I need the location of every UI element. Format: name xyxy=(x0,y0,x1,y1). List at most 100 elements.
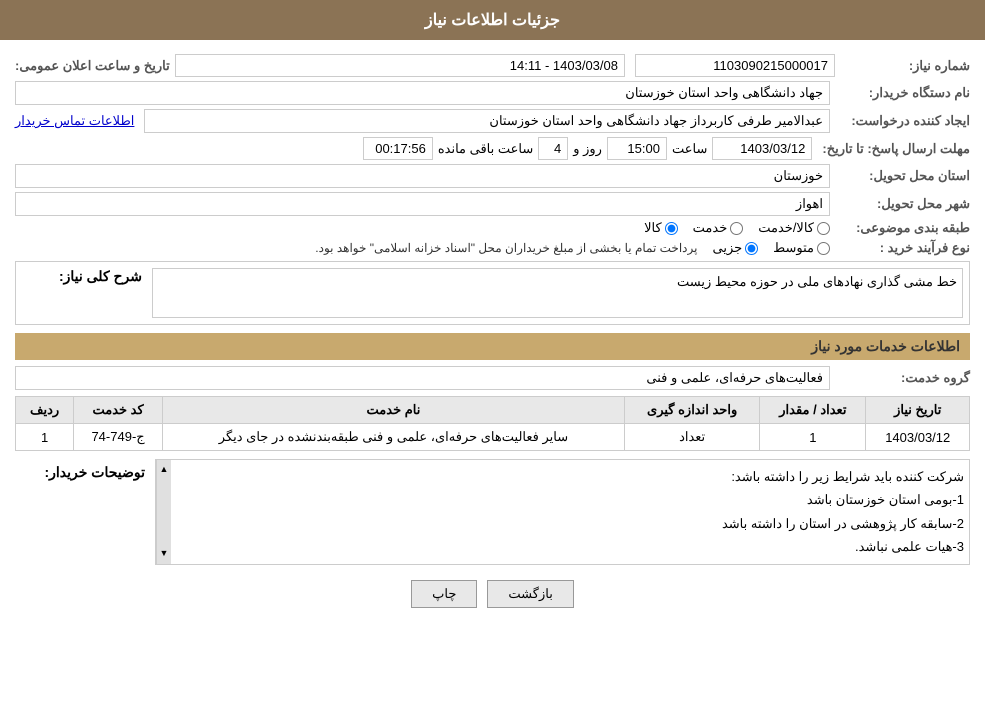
category-label: طبقه بندی موضوعی: xyxy=(840,220,970,236)
category-kala-radio[interactable] xyxy=(665,222,678,235)
deadline-time-label: ساعت xyxy=(672,141,707,157)
col-unit: واحد اندازه گیری xyxy=(625,397,760,424)
category-khedmat-item: خدمت xyxy=(693,220,744,236)
action-buttons: بازگشت چاپ xyxy=(15,580,970,608)
need-number-col: شماره نیاز: 1103090215000017 xyxy=(635,54,970,77)
purchase-type-label-col: نوع فرآیند خرید : xyxy=(840,240,970,256)
buyer-notes-label: توضیحات خریدار: xyxy=(15,459,145,481)
category-row: طبقه بندی موضوعی: کالا/خدمت خدمت کالا xyxy=(15,220,970,236)
province-value: خوزستان xyxy=(15,164,830,188)
deadline-remaining: 00:17:56 xyxy=(363,137,433,160)
back-button[interactable]: بازگشت xyxy=(487,580,573,608)
buyer-org-row: نام دستگاه خریدار: جهاد دانشگاهی واحد اس… xyxy=(15,81,970,105)
buyer-notes-content: ▲ ▼ شرکت کننده باید شرایط زیر را داشته ب… xyxy=(155,459,970,565)
purchase-type-row: نوع فرآیند خرید : متوسط جزیی پرداخت تمام… xyxy=(15,240,970,256)
deadline-days-label: روز و xyxy=(573,141,602,157)
category-khedmat-radio[interactable] xyxy=(730,222,743,235)
need-number-label: شماره نیاز: xyxy=(840,58,970,74)
service-group-label-col: گروه خدمت: xyxy=(840,370,970,386)
need-description-label: شرح کلی نیاز: xyxy=(22,268,142,285)
buyer-notes-row: ▲ ▼ شرکت کننده باید شرایط زیر را داشته ب… xyxy=(15,459,970,565)
col-row: ردیف xyxy=(16,397,74,424)
buyer-org-col: نام دستگاه خریدار: xyxy=(840,85,970,101)
need-description-box: خط مشی گذاری نهادهای ملی در حوزه محیط زی… xyxy=(152,268,963,318)
creator-value-col: عبدالامیر طرفی کاربرداز جهاد دانشگاهی وا… xyxy=(15,109,830,133)
category-label-col: طبقه بندی موضوعی: xyxy=(840,220,970,236)
services-table-header-row: تاریخ نیاز تعداد / مقدار واحد اندازه گیر… xyxy=(16,397,970,424)
buyer-notes-box: ▲ ▼ شرکت کننده باید شرایط زیر را داشته ب… xyxy=(155,459,970,565)
buyer-org-value: جهاد دانشگاهی واحد استان خوزستان xyxy=(15,81,830,105)
creator-row: ایجاد کننده درخواست: عبدالامیر طرفی کارب… xyxy=(15,109,970,133)
need-description-content: خط مشی گذاری نهادهای ملی در حوزه محیط زی… xyxy=(152,268,963,318)
col-date: تاریخ نیاز xyxy=(866,397,970,424)
cell-date: 1403/03/12 xyxy=(866,424,970,451)
cell-service-name: سایر فعالیت‌های حرفه‌ای، علمی و فنی طبقه… xyxy=(162,424,624,451)
category-kala-khedmat-item: کالا/خدمت xyxy=(758,220,830,236)
buyer-org-value-col: جهاد دانشگاهی واحد استان خوزستان xyxy=(15,81,830,105)
purchase-type-jozi-item: جزیی xyxy=(712,240,758,256)
cell-row: 1 xyxy=(16,424,74,451)
city-label-col: شهر محل تحویل: xyxy=(840,196,970,212)
cell-unit: تعداد xyxy=(625,424,760,451)
contact-link[interactable]: اطلاعات تماس خریدار xyxy=(15,113,134,129)
announcement-date-value: 1403/03/08 - 14:11 xyxy=(175,54,625,77)
page-title: جزئیات اطلاعات نیاز xyxy=(425,12,560,29)
purchase-type-note: پرداخت تمام یا بخشی از مبلغ خریداران محل… xyxy=(315,241,697,255)
creator-label: ایجاد کننده درخواست: xyxy=(840,113,970,129)
purchase-type-fields: متوسط جزیی پرداخت تمام یا بخشی از مبلغ خ… xyxy=(15,240,830,256)
print-button[interactable]: چاپ xyxy=(411,580,477,608)
purchase-type-jozi-label: جزیی xyxy=(712,240,742,256)
city-value: اهواز xyxy=(15,192,830,216)
deadline-date: 1403/03/12 xyxy=(712,137,812,160)
service-group-label: گروه خدمت: xyxy=(840,370,970,386)
cell-service-code: ج-749-74 xyxy=(74,424,163,451)
purchase-type-motavasset-radio[interactable] xyxy=(817,242,830,255)
table-row: 1403/03/12 1 تعداد سایر فعالیت‌های حرفه‌… xyxy=(16,424,970,451)
need-description-section: خط مشی گذاری نهادهای ملی در حوزه محیط زی… xyxy=(15,261,970,325)
page-header: جزئیات اطلاعات نیاز xyxy=(0,0,985,40)
announcement-date-col: 1403/03/08 - 14:11 تاریخ و ساعت اعلان عم… xyxy=(15,54,625,77)
services-table: تاریخ نیاز تعداد / مقدار واحد اندازه گیر… xyxy=(15,396,970,451)
cell-qty: 1 xyxy=(760,424,866,451)
page-wrapper: جزئیات اطلاعات نیاز شماره نیاز: 11030902… xyxy=(0,0,985,703)
deadline-row: مهلت ارسال پاسخ: تا تاریخ: 1403/03/12 سا… xyxy=(15,137,970,160)
scroll-down-icon: ▼ xyxy=(160,546,169,561)
buyer-notes-text: شرکت کننده باید شرایط زیر را داشته باشد:… xyxy=(179,465,964,559)
province-label-col: استان محل تحویل: xyxy=(840,168,970,184)
service-group-row: گروه خدمت: فعالیت‌های حرفه‌ای، علمی و فن… xyxy=(15,366,970,390)
col-qty: تعداد / مقدار xyxy=(760,397,866,424)
scrollbar: ▲ ▼ xyxy=(156,460,171,564)
creator-value: عبدالامیر طرفی کاربرداز جهاد دانشگاهی وا… xyxy=(144,109,830,133)
deadline-days: 4 xyxy=(538,137,568,160)
purchase-type-motavasset-item: متوسط xyxy=(773,240,830,256)
purchase-type-jozi-radio[interactable] xyxy=(745,242,758,255)
purchase-type-motavasset-label: متوسط xyxy=(773,240,814,256)
service-group-value-col: فعالیت‌های حرفه‌ای، علمی و فنی xyxy=(15,366,830,390)
deadline-remaining-label: ساعت باقی مانده xyxy=(438,141,533,157)
services-table-body: 1403/03/12 1 تعداد سایر فعالیت‌های حرفه‌… xyxy=(16,424,970,451)
city-label: شهر محل تحویل: xyxy=(840,196,970,212)
content-area: شماره نیاز: 1103090215000017 1403/03/08 … xyxy=(0,40,985,633)
need-description-row: خط مشی گذاری نهادهای ملی در حوزه محیط زی… xyxy=(22,268,963,318)
category-kala-khedmat-radio[interactable] xyxy=(817,222,830,235)
province-value-col: خوزستان xyxy=(15,164,830,188)
creator-label-col: ایجاد کننده درخواست: xyxy=(840,113,970,129)
services-section-title: اطلاعات خدمات مورد نیاز xyxy=(15,333,970,360)
category-khedmat-label: خدمت xyxy=(693,220,728,236)
deadline-label-col: مهلت ارسال پاسخ: تا تاریخ: xyxy=(822,141,970,157)
service-group-value: فعالیت‌های حرفه‌ای، علمی و فنی xyxy=(15,366,830,390)
province-label: استان محل تحویل: xyxy=(840,168,970,184)
need-number-row: شماره نیاز: 1103090215000017 1403/03/08 … xyxy=(15,54,970,77)
purchase-type-label: نوع فرآیند خرید : xyxy=(840,240,970,256)
deadline-label: مهلت ارسال پاسخ: تا تاریخ: xyxy=(822,141,970,157)
deadline-time: 15:00 xyxy=(607,137,667,160)
deadline-fields: 1403/03/12 ساعت 15:00 روز و 4 ساعت باقی … xyxy=(15,137,812,160)
buyer-org-label: نام دستگاه خریدار: xyxy=(840,85,970,101)
services-table-header: تاریخ نیاز تعداد / مقدار واحد اندازه گیر… xyxy=(16,397,970,424)
category-radios: کالا/خدمت خدمت کالا xyxy=(15,220,830,236)
city-value-col: اهواز xyxy=(15,192,830,216)
scroll-up-icon: ▲ xyxy=(160,462,169,477)
province-row: استان محل تحویل: خوزستان xyxy=(15,164,970,188)
city-row: شهر محل تحویل: اهواز xyxy=(15,192,970,216)
announcement-date-label: تاریخ و ساعت اعلان عمومی: xyxy=(15,58,170,74)
